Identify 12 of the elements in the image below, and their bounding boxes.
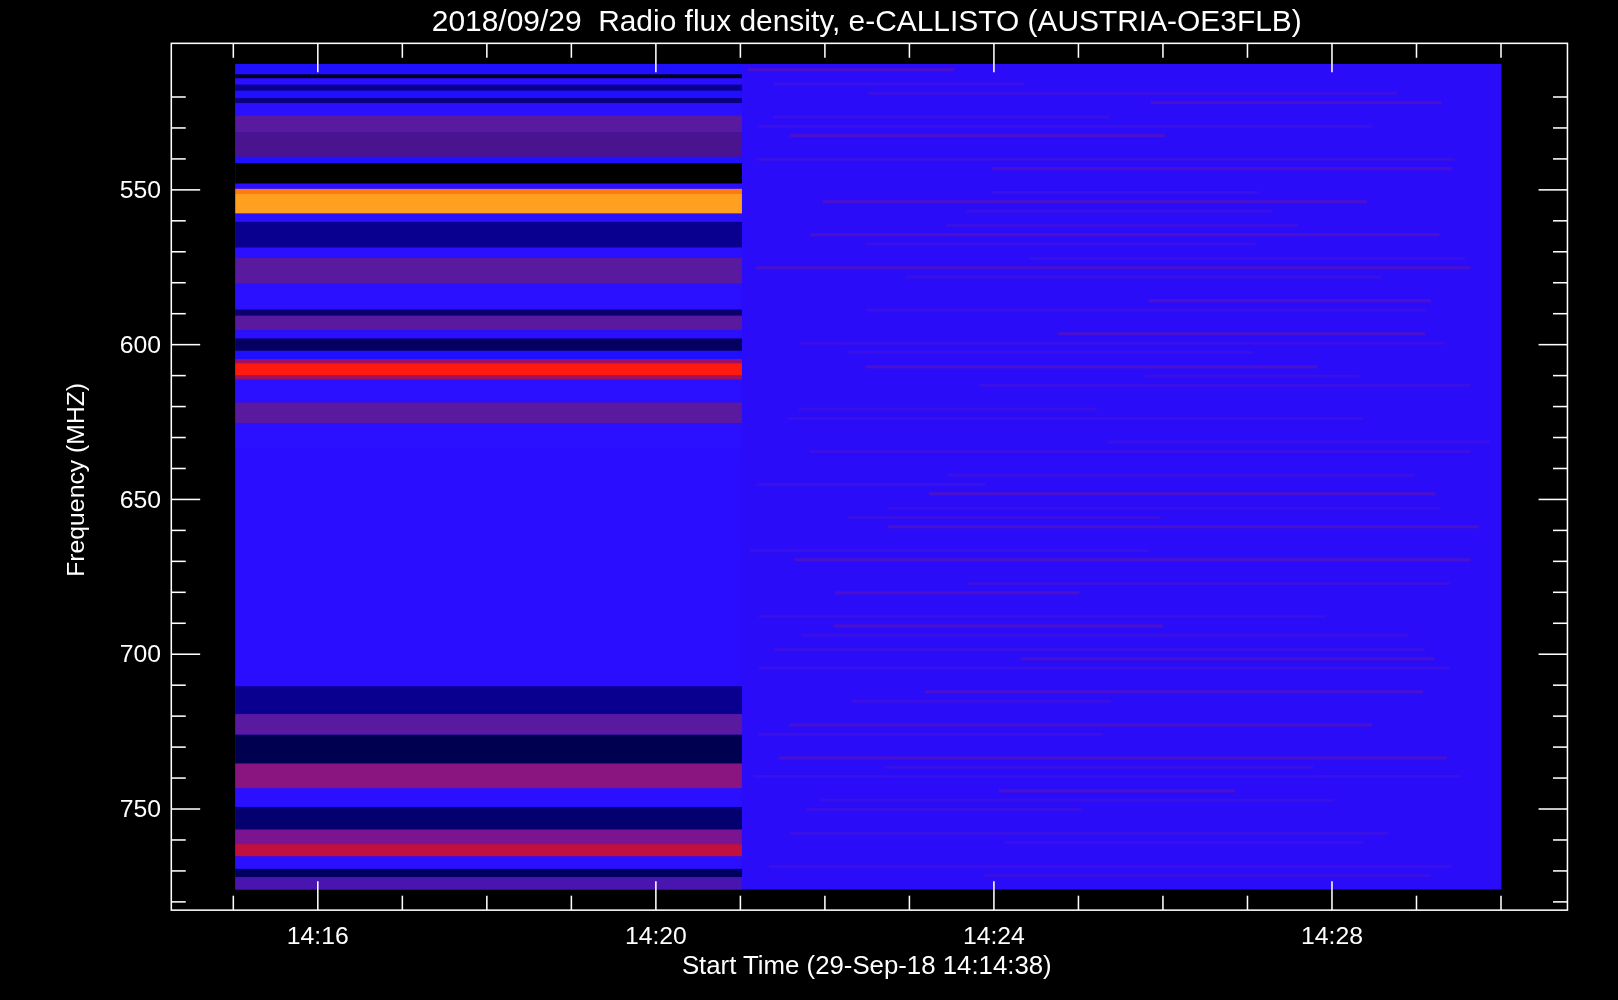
- y-axis-label: Frequency (MHZ): [61, 382, 89, 577]
- x-tick-label: 14:16: [286, 922, 349, 950]
- x-tick-label: 14:24: [962, 922, 1025, 950]
- y-tick-label: 600: [119, 330, 161, 358]
- y-tick-label: 650: [119, 485, 161, 513]
- y-tick-label: 750: [119, 795, 161, 823]
- y-tick-label: 550: [119, 176, 161, 204]
- chart-title: 2018/09/29 Radio flux density, e-CALLISTO (AUSTRIA-OE3FLB): [431, 3, 1302, 37]
- x-tick-label: 14:28: [1301, 922, 1363, 950]
- x-axis-label: Start Time (29-Sep-18 14:14:38): [681, 951, 1052, 980]
- x-tick-label: 14:20: [624, 922, 687, 950]
- y-tick-label: 700: [119, 640, 161, 668]
